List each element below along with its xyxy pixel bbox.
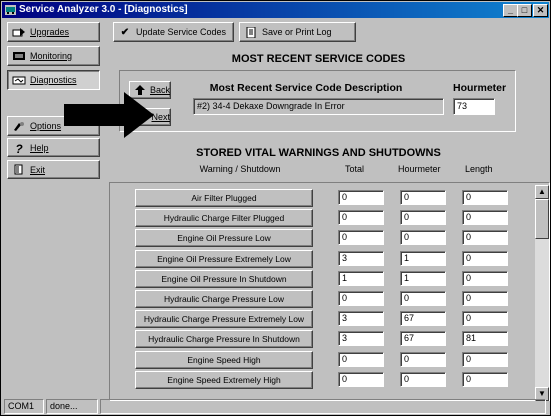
warning-length-field[interactable]: 0 [462,352,508,367]
warning-hourmeter-field[interactable]: 0 [400,190,446,205]
status-empty [100,399,546,414]
warning-total-field[interactable]: 1 [338,271,384,286]
scroll-up-button[interactable]: ▲ [535,185,549,199]
warning-hourmeter-field[interactable]: 1 [400,271,446,286]
warning-total-field[interactable]: 3 [338,251,384,266]
warning-row-button[interactable]: Engine Oil Pressure Extremely Low [135,250,313,268]
warning-row-button[interactable]: Hydraulic Charge Pressure Extremely Low [135,310,313,328]
status-state: done... [46,399,98,414]
warning-total-field[interactable]: 0 [338,230,384,245]
warning-row-button[interactable]: Hydraulic Charge Filter Plugged [135,209,313,227]
warning-total-field[interactable]: 0 [338,190,384,205]
warning-row-button[interactable]: Engine Speed Extremely High [135,371,313,389]
scroll-down-icon: ▼ [538,389,546,398]
warning-hourmeter-field[interactable]: 0 [400,291,446,306]
warning-hourmeter-field[interactable]: 0 [400,352,446,367]
app-window: Service Analyzer 3.0 - [Diagnostics] _ □… [0,0,551,416]
warning-total-field[interactable]: 3 [338,311,384,326]
close-icon: ✕ [536,5,545,15]
warning-total-field[interactable]: 0 [338,352,384,367]
warning-length-field[interactable]: 0 [462,372,508,387]
warnings-list: Air Filter Plugged 0 0 0 Hydraulic Charge Fi… [1,1,535,399]
vertical-scrollbar[interactable]: ▲ ▼ [535,185,549,401]
warning-row-button[interactable]: Air Filter Plugged [135,189,313,207]
close-button[interactable]: ✕ [533,4,548,17]
warning-length-field[interactable]: 81 [462,331,508,346]
warning-row-button[interactable]: Engine Oil Pressure Low [135,229,313,247]
warning-total-field[interactable]: 0 [338,210,384,225]
scroll-up-icon: ▲ [538,187,546,196]
warning-length-field[interactable]: 0 [462,291,508,306]
scrollbar-thumb[interactable] [535,199,549,239]
warning-length-field[interactable]: 0 [462,271,508,286]
status-bar: COM1 done... [2,399,549,414]
warning-length-field[interactable]: 0 [462,230,508,245]
warning-length-field[interactable]: 0 [462,190,508,205]
warning-hourmeter-field[interactable]: 0 [400,210,446,225]
status-port: COM1 [4,399,44,414]
warning-hourmeter-field[interactable]: 67 [400,331,446,346]
warning-length-field[interactable]: 0 [462,251,508,266]
warning-hourmeter-field[interactable]: 67 [400,311,446,326]
warning-length-field[interactable]: 0 [462,210,508,225]
warning-hourmeter-field[interactable]: 0 [400,230,446,245]
warning-row-button[interactable]: Engine Oil Pressure In Shutdown [135,270,313,288]
warning-row-button[interactable]: Hydraulic Charge Pressure In Shutdown [135,330,313,348]
warning-total-field[interactable]: 3 [338,331,384,346]
warning-total-field[interactable]: 0 [338,291,384,306]
warning-row-button[interactable]: Hydraulic Charge Pressure Low [135,290,313,308]
warning-length-field[interactable]: 0 [462,311,508,326]
warning-hourmeter-field[interactable]: 0 [400,372,446,387]
warning-hourmeter-field[interactable]: 1 [400,251,446,266]
warning-total-field[interactable]: 0 [338,372,384,387]
warning-row-button[interactable]: Engine Speed High [135,351,313,369]
